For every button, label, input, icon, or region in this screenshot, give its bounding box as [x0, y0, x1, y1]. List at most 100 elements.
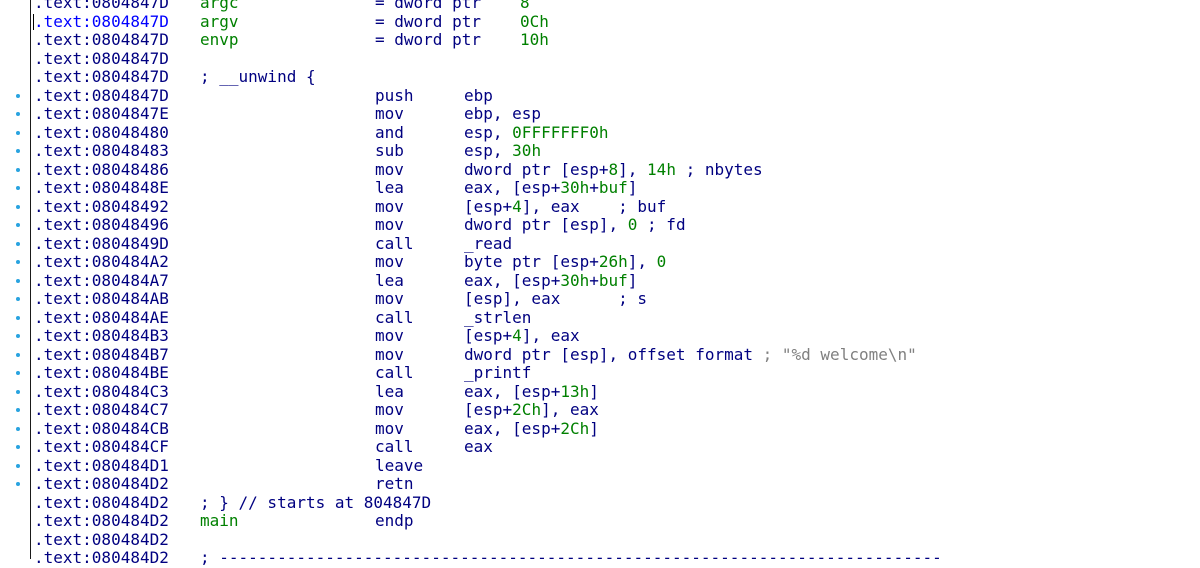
listing-line[interactable]: .text:08048486 mov dword ptr [esp+8], 14h … — [0, 160, 1200, 180]
listing-line[interactable]: .text:0804848E lea eax, [esp+30h+buf] — [0, 178, 1200, 198]
stack-var-name[interactable]: argc — [200, 0, 239, 13]
instruction-operands[interactable]: esp, 30h — [464, 141, 541, 161]
instruction-operands[interactable]: _strlen — [464, 308, 531, 328]
instruction-mnemonic[interactable]: mov — [375, 215, 404, 235]
flow-dot-icon[interactable] — [16, 241, 20, 246]
instruction-operands[interactable]: eax, [esp+30h+buf] — [464, 271, 637, 291]
listing-line[interactable]: .text:0804847D argv = dword ptr 0Ch — [0, 12, 1200, 32]
instruction-mnemonic[interactable]: leave — [375, 456, 423, 476]
listing-line[interactable]: .text:080484C7 mov [esp+2Ch], eax — [0, 400, 1200, 420]
function-name[interactable]: main — [200, 511, 239, 531]
listing-line[interactable]: .text:080484CB mov eax, [esp+2Ch] — [0, 419, 1200, 439]
instruction-mnemonic[interactable]: mov — [375, 345, 404, 365]
listing-line[interactable]: .text:0804847D push ebp — [0, 86, 1200, 106]
instruction-operands[interactable]: ebp — [464, 86, 493, 106]
listing-line[interactable]: .text:080484D1 leave — [0, 456, 1200, 476]
instruction-operands[interactable]: [esp+2Ch], eax — [464, 400, 599, 420]
flow-dot-icon[interactable] — [16, 334, 20, 338]
instruction-mnemonic[interactable]: push — [375, 86, 414, 106]
listing-line[interactable]: .text:080484B3 mov [esp+4], eax — [0, 326, 1200, 346]
instruction-mnemonic[interactable]: mov — [375, 400, 404, 420]
flow-dot-icon[interactable] — [16, 463, 20, 468]
listing-line[interactable]: .text:080484B7 mov dword ptr [esp], offset… — [0, 345, 1200, 365]
instruction-operands[interactable]: eax — [464, 437, 493, 457]
instruction-mnemonic[interactable]: mov — [375, 197, 404, 217]
instruction-operands[interactable]: _printf — [464, 363, 531, 383]
flow-dot-icon[interactable] — [16, 445, 20, 449]
listing-line[interactable]: .text:08048480 and esp, 0FFFFFFF0h — [0, 123, 1200, 143]
flow-dot-icon[interactable] — [16, 130, 20, 135]
listing-line[interactable]: .text:080484C3 lea eax, [esp+13h] — [0, 382, 1200, 402]
listing-line[interactable]: .text:08048483 sub esp, 30h — [0, 141, 1200, 161]
instruction-operands[interactable]: eax, [esp+13h] — [464, 382, 599, 402]
instruction-mnemonic[interactable]: call — [375, 437, 414, 457]
instruction-mnemonic[interactable]: call — [375, 308, 414, 328]
listing-line[interactable]: .text:0804847D argc = dword ptr 8 — [0, 0, 1200, 13]
instruction-operands[interactable]: dword ptr [esp], offset format ; "%d wel… — [464, 345, 917, 365]
flow-dot-icon[interactable] — [16, 149, 20, 153]
listing-line[interactable]: .text:080484AB mov [esp], eax ; s — [0, 289, 1200, 309]
instruction-mnemonic[interactable]: call — [375, 363, 414, 383]
instruction-operands[interactable]: dword ptr [esp], 0 ; fd — [464, 215, 686, 235]
flow-dot-icon[interactable] — [16, 223, 20, 227]
instruction-mnemonic[interactable]: call — [375, 234, 414, 254]
listing-line[interactable]: .text:0804849D call _read — [0, 234, 1200, 254]
flow-dot-icon[interactable] — [16, 482, 20, 486]
flow-dot-icon[interactable] — [16, 186, 20, 190]
instruction-operands[interactable]: eax, [esp+2Ch] — [464, 419, 599, 439]
listing-line[interactable]: .text:080484A2 mov byte ptr [esp+26h], 0 — [0, 252, 1200, 272]
instruction-operands[interactable]: _read — [464, 234, 512, 254]
flow-dot-icon[interactable] — [16, 167, 20, 172]
instruction-operands[interactable]: dword ptr [esp+8], 14h ; nbytes — [464, 160, 763, 180]
listing-line[interactable]: .text:0804847D ; __unwind { — [0, 67, 1200, 87]
instruction-operands[interactable]: ebp, esp — [464, 104, 541, 124]
listing-line[interactable]: .text:08048492 mov [esp+4], eax ; buf — [0, 197, 1200, 217]
listing-line[interactable]: .text:080484CF call eax — [0, 437, 1200, 457]
instruction-mnemonic[interactable]: lea — [375, 178, 404, 198]
flow-dot-icon[interactable] — [16, 408, 20, 412]
stack-var-name[interactable]: envp — [200, 30, 239, 50]
instruction-mnemonic[interactable]: mov — [375, 252, 404, 272]
flow-dot-icon[interactable] — [16, 112, 20, 116]
instruction-mnemonic[interactable]: mov — [375, 419, 404, 439]
instruction-mnemonic[interactable]: mov — [375, 326, 404, 346]
instruction-operands[interactable]: esp, 0FFFFFFF0h — [464, 123, 609, 143]
listing-line[interactable]: .text:0804847D — [0, 49, 1200, 69]
listing-line[interactable]: .text:080484D2 ; ------------------------… — [0, 548, 1200, 568]
listing-line[interactable]: .text:080484D2 retn — [0, 474, 1200, 494]
instruction-operands[interactable]: [esp], eax ; s — [464, 289, 647, 309]
instruction-mnemonic[interactable]: mov — [375, 160, 404, 180]
instruction-mnemonic[interactable]: lea — [375, 382, 404, 402]
listing-line[interactable]: .text:080484D2 ; } // starts at 804847D — [0, 493, 1200, 513]
flow-dot-icon[interactable] — [16, 278, 20, 283]
stack-var-name[interactable]: argv — [200, 12, 239, 32]
flow-dot-icon[interactable] — [16, 426, 20, 431]
instruction-operands[interactable]: [esp+4], eax — [464, 326, 580, 346]
flow-dot-icon[interactable] — [16, 93, 20, 98]
instruction-mnemonic[interactable]: mov — [375, 289, 404, 309]
instruction-mnemonic[interactable]: and — [375, 123, 404, 143]
flow-dot-icon[interactable] — [16, 260, 20, 264]
listing-line[interactable]: .text:080484D2 main endp — [0, 511, 1200, 531]
instruction-mnemonic[interactable]: lea — [375, 271, 404, 291]
instruction-mnemonic[interactable]: sub — [375, 141, 404, 161]
disassembly-listing[interactable]: .text:0804847D argc = dword ptr 8 .text:0804… — [0, 0, 1200, 568]
listing-line[interactable]: .text:080484BE call _printf — [0, 363, 1200, 383]
flow-dot-icon[interactable] — [16, 389, 20, 394]
instruction-operands[interactable]: byte ptr [esp+26h], 0 — [464, 252, 666, 272]
flow-dot-icon[interactable] — [16, 371, 20, 375]
listing-line[interactable]: .text:080484AE call _strlen — [0, 308, 1200, 328]
listing-line[interactable]: .text:0804847D envp = dword ptr 10h — [0, 30, 1200, 50]
flow-dot-icon[interactable] — [16, 204, 20, 209]
listing-line[interactable]: .text:0804847E mov ebp, esp — [0, 104, 1200, 124]
instruction-mnemonic[interactable]: mov — [375, 104, 404, 124]
flow-dot-icon[interactable] — [16, 315, 20, 320]
instruction-mnemonic[interactable]: retn — [375, 474, 414, 494]
listing-line[interactable]: .text:080484A7 lea eax, [esp+30h+buf] — [0, 271, 1200, 291]
listing-line[interactable]: .text:08048496 mov dword ptr [esp], 0 ; fd — [0, 215, 1200, 235]
listing-line[interactable]: .text:080484D2 — [0, 530, 1200, 550]
instruction-operands[interactable]: eax, [esp+30h+buf] — [464, 178, 637, 198]
instruction-operands[interactable]: [esp+4], eax ; buf — [464, 197, 666, 217]
flow-dot-icon[interactable] — [16, 352, 20, 357]
flow-dot-icon[interactable] — [16, 297, 20, 301]
